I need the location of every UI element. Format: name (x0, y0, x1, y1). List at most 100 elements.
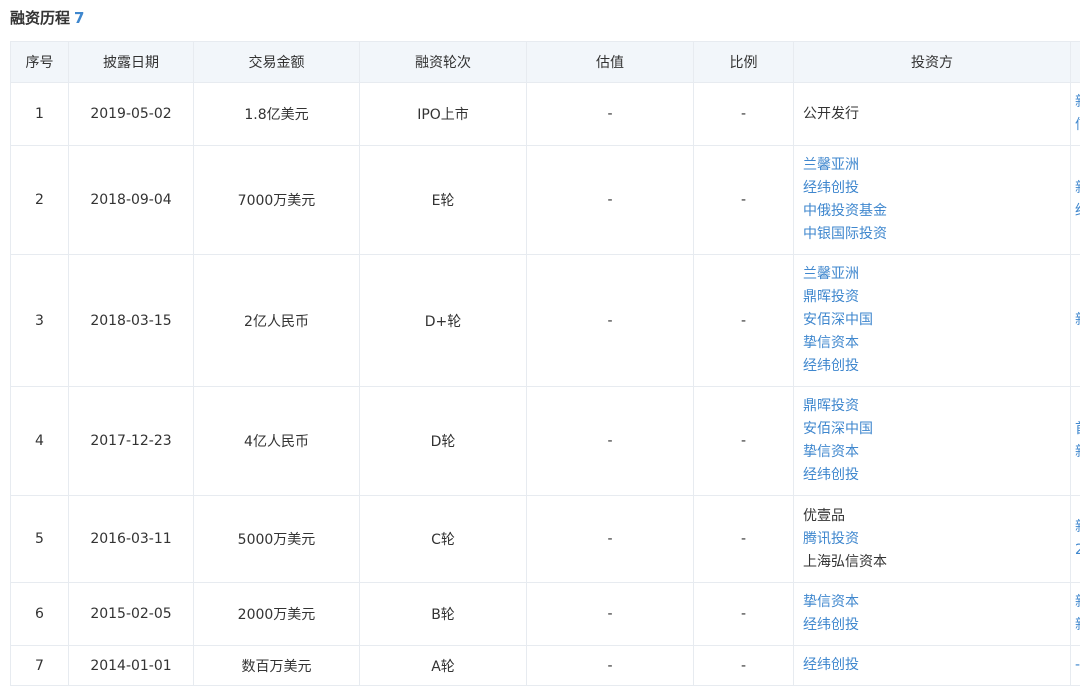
investor-link[interactable]: 鼎晖投资 (803, 286, 1070, 309)
cell-extra-truncated: 新2 (1070, 495, 1080, 583)
cell-index: 7 (10, 645, 69, 686)
cell-extra-truncated: 新经 (1070, 145, 1080, 255)
cell-ratio: - (693, 495, 794, 583)
cell-ratio: - (693, 386, 794, 496)
investor-link[interactable]: 兰馨亚洲 (803, 154, 1070, 177)
column-header-index: 序号 (10, 41, 69, 83)
column-header-valuation: 估值 (526, 41, 694, 83)
investor-name: 公开发行 (803, 105, 859, 122)
cell-amount: 4亿人民币 (193, 386, 360, 496)
cell-date: 2015-02-05 (68, 582, 194, 646)
cell-amount: 5000万美元 (193, 495, 360, 583)
cell-valuation: - (526, 582, 694, 646)
cell-ratio: - (693, 582, 794, 646)
cell-amount: 1.8亿美元 (193, 82, 360, 146)
table-row: 2 2018-09-04 7000万美元 E轮 - - 兰馨亚洲 经纬创投 中俄投资基金 中银国际… (10, 145, 1080, 255)
column-header-ratio: 比例 (693, 41, 794, 83)
section-title: 融资历程 (10, 9, 71, 27)
cell-index: 2 (10, 145, 69, 255)
table-row: 42017-12-234亿人民币D轮--鼎晖投资安佰深中国挚信资本经纬创投首新 (10, 386, 1080, 496)
investor-name: 优壹品 (803, 507, 845, 524)
cell-extra-truncated: - (1070, 645, 1080, 686)
column-header-investors: 投资方 (793, 41, 1071, 83)
investor-link[interactable]: 经纬创投 (803, 464, 1070, 487)
table-header-row: 序号 披露日期 交易金额 融资轮次 估值 比例 投资方 (10, 41, 1080, 83)
cell-amount: 7000万美元 (193, 145, 360, 255)
cell-investors: 兰馨亚洲 鼎晖投资 安佰深中国 挚信资本 经纬创投 (793, 254, 1071, 387)
column-header-date: 披露日期 (68, 41, 194, 83)
cell-investors: 挚信资本 经纬创投 (793, 582, 1071, 646)
cell-investors: 公开发行 (793, 82, 1071, 146)
cell-round: D+轮 (359, 254, 527, 387)
truncated-text: 2 (1075, 539, 1080, 562)
investor-link[interactable]: 腾讯投资 (803, 528, 1070, 551)
truncated-text: - (1075, 657, 1080, 673)
cell-round: E轮 (359, 145, 527, 255)
funding-table: 序号 披露日期 交易金额 融资轮次 估值 比例 投资方 1 2019-05-02 1… (10, 41, 1080, 686)
cell-amount: 数百万美元 (193, 645, 360, 686)
cell-date: 2016-03-11 (68, 495, 194, 583)
column-header-extra (1070, 41, 1080, 83)
investor-link[interactable]: 经纬创投 (803, 355, 1070, 378)
cell-amount: 2000万美元 (193, 582, 360, 646)
funding-table-container: 序号 披露日期 交易金额 融资轮次 估值 比例 投资方 1 2019-05-02 1… (10, 41, 1080, 686)
table-row: 52016-03-115000万美元C轮--优壹品腾讯投资上海弘信资本新2 (10, 495, 1080, 583)
column-header-round: 融资轮次 (359, 41, 527, 83)
investor-link[interactable]: 经纬创投 (803, 177, 1070, 200)
cell-round: IPO上市 (359, 82, 527, 146)
truncated-text: 新 (1075, 91, 1080, 114)
cell-valuation: - (526, 145, 694, 255)
cell-ratio: - (693, 82, 794, 146)
investor-link[interactable]: 中俄投资基金 (803, 200, 1070, 223)
cell-valuation: - (526, 386, 694, 496)
investor-link[interactable]: 中银国际投资 (803, 223, 1070, 246)
cell-ratio: - (693, 254, 794, 387)
truncated-text: 新 (1075, 614, 1080, 637)
column-header-amount: 交易金额 (193, 41, 360, 83)
truncated-text: 新 (1075, 516, 1080, 539)
table-row: 62015-02-052000万美元B轮--挚信资本经纬创投新新 (10, 582, 1080, 646)
truncated-text: 新 (1075, 441, 1080, 464)
table-row: 7 2014-01-01 数百万美元 A轮 - - 经纬创投 - (10, 645, 1080, 686)
investor-link[interactable]: 挚信资本 (803, 332, 1070, 355)
cell-valuation: - (526, 645, 694, 686)
section-header: 融资历程 7 (10, 6, 84, 30)
investor-link[interactable]: 兰馨亚洲 (803, 263, 1070, 286)
investor-link[interactable]: 安佰深中国 (803, 418, 1070, 441)
cell-extra-truncated: 新 (1070, 254, 1080, 387)
cell-investors: 经纬创投 (793, 645, 1071, 686)
record-count-badge: 7 (74, 9, 85, 27)
cell-round: B轮 (359, 582, 527, 646)
cell-round: D轮 (359, 386, 527, 496)
cell-valuation: - (526, 254, 694, 387)
investor-link[interactable]: 经纬创投 (803, 654, 1070, 677)
cell-amount: 2亿人民币 (193, 254, 360, 387)
investor-link[interactable]: 经纬创投 (803, 614, 1070, 637)
cell-investors: 兰馨亚洲 经纬创投 中俄投资基金 中银国际投资 (793, 145, 1071, 255)
cell-date: 2018-09-04 (68, 145, 194, 255)
cell-index: 3 (10, 254, 69, 387)
cell-date: 2014-01-01 (68, 645, 194, 686)
truncated-text: 首 (1075, 418, 1080, 441)
truncated-text: 信 (1075, 114, 1080, 137)
cell-extra-truncated: 新信 (1070, 82, 1080, 146)
truncated-text: 新 (1075, 309, 1080, 332)
cell-date: 2018-03-15 (68, 254, 194, 387)
investor-link[interactable]: 安佰深中国 (803, 309, 1070, 332)
funding-history-page: 融资历程 7 序号 披露日期 交易金额 融资轮次 估值 比例 投资方 1 2019-… (0, 0, 1080, 688)
investor-link[interactable]: 挚信资本 (803, 591, 1070, 614)
cell-ratio: - (693, 645, 794, 686)
cell-ratio: - (693, 145, 794, 255)
investor-link[interactable]: 鼎晖投资 (803, 395, 1070, 418)
cell-index: 1 (10, 82, 69, 146)
cell-date: 2017-12-23 (68, 386, 194, 496)
truncated-text: 新 (1075, 591, 1080, 614)
investor-name: 上海弘信资本 (803, 553, 887, 570)
investor-link[interactable]: 挚信资本 (803, 441, 1070, 464)
truncated-text: 经 (1075, 200, 1080, 223)
cell-index: 6 (10, 582, 69, 646)
cell-investors: 优壹品腾讯投资上海弘信资本 (793, 495, 1071, 583)
cell-round: C轮 (359, 495, 527, 583)
cell-index: 5 (10, 495, 69, 583)
cell-index: 4 (10, 386, 69, 496)
